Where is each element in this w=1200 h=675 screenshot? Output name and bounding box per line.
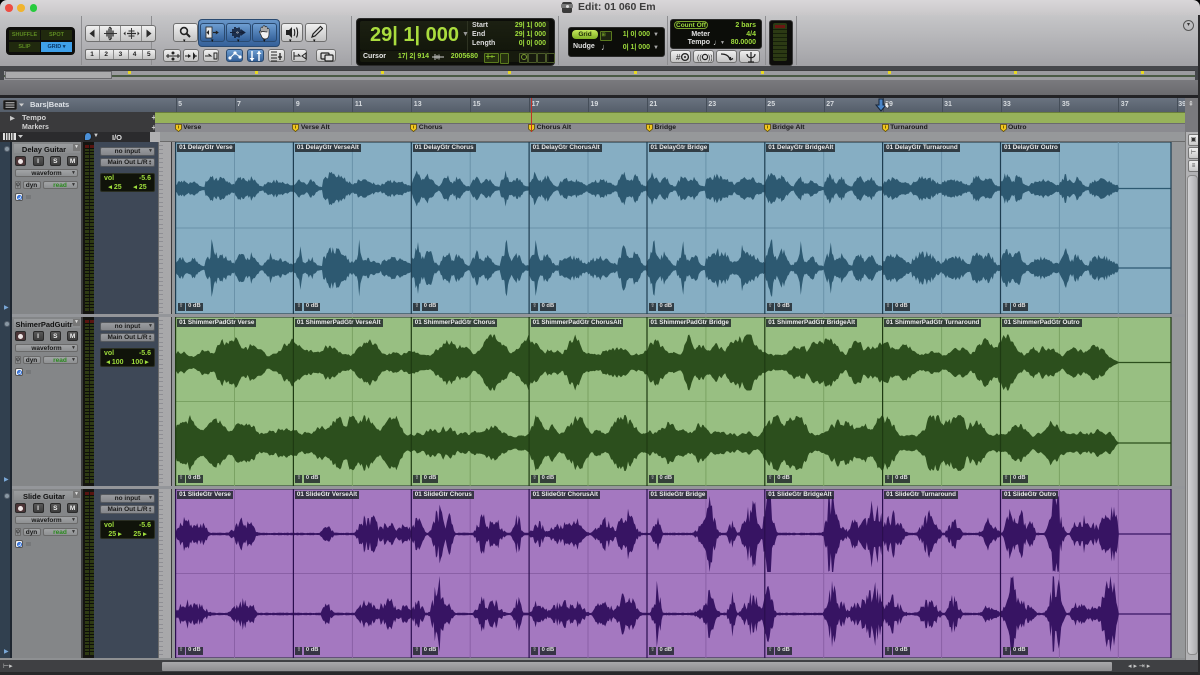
svg-text:((: (( (697, 55, 702, 62)
svg-text:)): )) (708, 55, 712, 62)
svg-text:#: # (676, 53, 681, 62)
